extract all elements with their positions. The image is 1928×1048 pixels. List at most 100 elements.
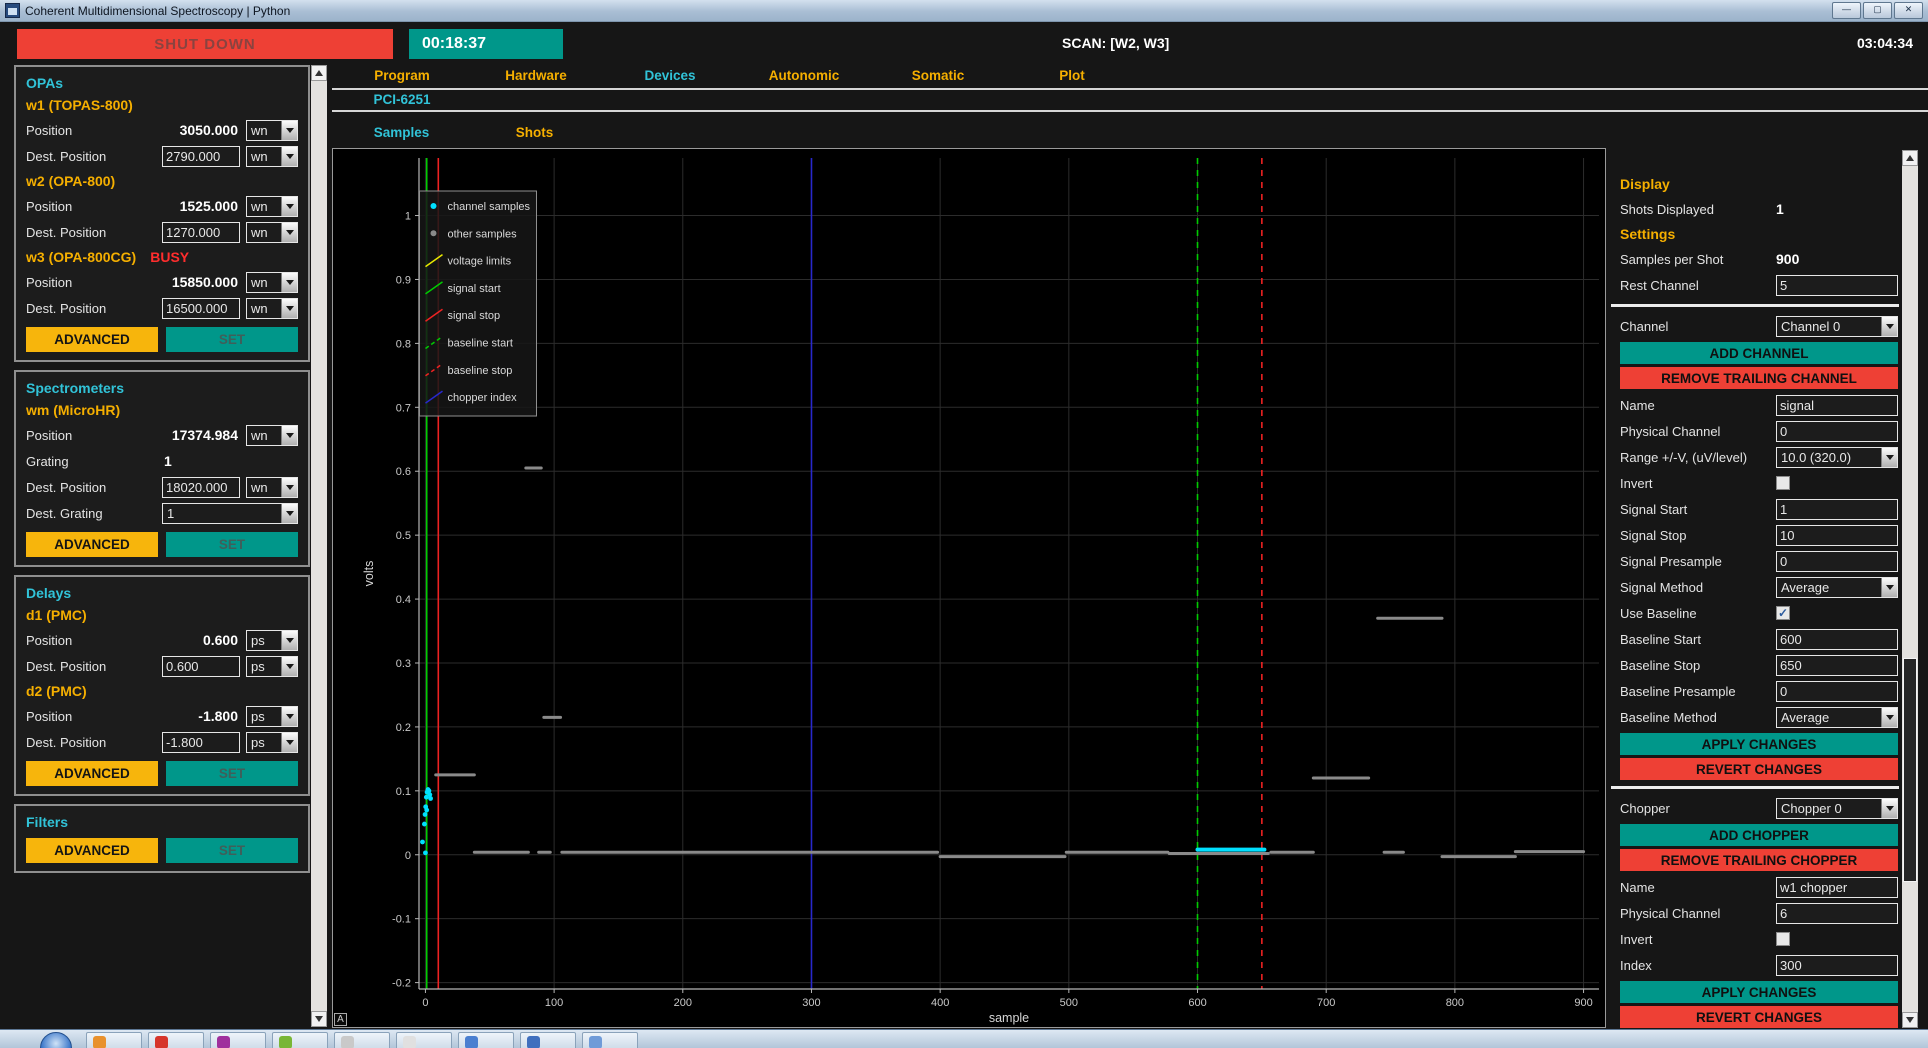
chevron-down-icon[interactable] — [281, 707, 297, 726]
chopper-dropdown[interactable]: Chopper 0 — [1776, 798, 1898, 819]
set-button[interactable]: SET — [166, 838, 298, 863]
taskbar-app-8[interactable] — [520, 1032, 576, 1048]
subtab-shots[interactable]: Shots — [468, 125, 601, 140]
chevron-down-icon[interactable] — [1881, 578, 1897, 597]
units-dropdown[interactable]: wn — [246, 477, 298, 498]
dest-position-field[interactable] — [162, 732, 240, 753]
apply-changes-button[interactable]: APPLY CHANGES — [1620, 981, 1898, 1003]
units-dropdown[interactable]: wn — [246, 425, 298, 446]
taskbar-app-1[interactable] — [86, 1032, 142, 1048]
apply-changes-button[interactable]: APPLY CHANGES — [1620, 733, 1898, 755]
units-dropdown[interactable]: wn — [246, 120, 298, 141]
invert-checkbox[interactable] — [1776, 932, 1790, 946]
scrollbar-track[interactable] — [1903, 658, 1917, 882]
chevron-down-icon[interactable] — [281, 426, 297, 445]
channel-dropdown[interactable]: Channel 0 — [1776, 316, 1898, 337]
shutdown-button[interactable]: SHUT DOWN — [17, 29, 393, 59]
taskbar-app-9[interactable] — [582, 1032, 638, 1048]
set-button[interactable]: SET — [166, 532, 298, 557]
revert-changes-button[interactable]: REVERT CHANGES — [1620, 758, 1898, 780]
chevron-down-icon[interactable] — [281, 299, 297, 318]
start-button-icon[interactable] — [40, 1032, 72, 1048]
chevron-down-icon[interactable] — [1881, 317, 1897, 336]
units-dropdown[interactable]: ps — [246, 630, 298, 651]
units-dropdown[interactable]: wn — [246, 222, 298, 243]
chevron-down-icon[interactable] — [281, 273, 297, 292]
signal-presample-field[interactable] — [1776, 551, 1898, 572]
subtab-samples[interactable]: Samples — [335, 125, 468, 140]
chevron-down-icon[interactable] — [1881, 799, 1897, 818]
use-baseline-checkbox[interactable] — [1776, 606, 1790, 620]
remove-trailing-channel-button[interactable]: REMOVE TRAILING CHANNEL — [1620, 367, 1898, 389]
chevron-down-icon[interactable] — [281, 657, 297, 676]
tab-devices[interactable]: Devices — [603, 68, 737, 83]
settings-scrollbar[interactable] — [1902, 150, 1918, 1028]
physical-channel-field[interactable] — [1776, 421, 1898, 442]
advanced-button[interactable]: ADVANCED — [26, 761, 158, 786]
name-field[interactable] — [1776, 877, 1898, 898]
advanced-button[interactable]: ADVANCED — [26, 838, 158, 863]
name-field[interactable] — [1776, 395, 1898, 416]
chevron-down-icon[interactable] — [281, 504, 297, 523]
set-button[interactable]: SET — [166, 761, 298, 786]
units-dropdown[interactable]: ps — [246, 706, 298, 727]
chevron-down-icon[interactable] — [1881, 448, 1897, 467]
dest-position-field[interactable] — [162, 477, 240, 498]
add-channel-button[interactable]: ADD CHANNEL — [1620, 342, 1898, 364]
tab-program[interactable]: Program — [335, 68, 469, 83]
baseline-start-field[interactable] — [1776, 629, 1898, 650]
index-field[interactable] — [1776, 955, 1898, 976]
rest-channel-field[interactable] — [1776, 275, 1898, 296]
add-chopper-button[interactable]: ADD CHOPPER — [1620, 824, 1898, 846]
units-dropdown[interactable]: wn — [246, 298, 298, 319]
dest-position-field[interactable] — [162, 222, 240, 243]
scroll-up-icon[interactable] — [311, 65, 327, 81]
device-tab-pci-6251[interactable]: PCI-6251 — [335, 92, 469, 107]
tab-hardware[interactable]: Hardware — [469, 68, 603, 83]
taskbar-app-3[interactable] — [210, 1032, 266, 1048]
close-button[interactable]: ✕ — [1894, 2, 1923, 19]
baseline-method-dropdown[interactable]: Average — [1776, 707, 1898, 728]
invert-checkbox[interactable] — [1776, 476, 1790, 490]
minimize-button[interactable]: — — [1832, 2, 1861, 19]
signal-start-field[interactable] — [1776, 499, 1898, 520]
dest-position-field[interactable] — [162, 146, 240, 167]
revert-changes-button[interactable]: REVERT CHANGES — [1620, 1006, 1898, 1028]
samples-plot[interactable]: 10.90.80.70.60.50.40.30.20.10-0.1-0.2010… — [333, 149, 1605, 1027]
chevron-down-icon[interactable] — [1881, 708, 1897, 727]
advanced-button[interactable]: ADVANCED — [26, 327, 158, 352]
scroll-down-icon[interactable] — [1902, 1012, 1918, 1028]
scroll-up-icon[interactable] — [1902, 150, 1918, 166]
units-dropdown[interactable]: ps — [246, 732, 298, 753]
scroll-down-icon[interactable] — [311, 1011, 327, 1027]
set-button[interactable]: SET — [166, 327, 298, 352]
tab-somatic[interactable]: Somatic — [871, 68, 1005, 83]
tab-autonomic[interactable]: Autonomic — [737, 68, 871, 83]
units-dropdown[interactable]: wn — [246, 272, 298, 293]
range-v-uv-level-dropdown[interactable]: 10.0 (320.0) — [1776, 447, 1898, 468]
baseline-presample-field[interactable] — [1776, 681, 1898, 702]
taskbar-app-6[interactable] — [396, 1032, 452, 1048]
units-dropdown[interactable]: wn — [246, 146, 298, 167]
taskbar-app-4[interactable] — [272, 1032, 328, 1048]
taskbar-app-5[interactable] — [334, 1032, 390, 1048]
sidebar-scrollbar[interactable] — [311, 65, 327, 1027]
dest-position-field[interactable] — [162, 656, 240, 677]
taskbar-app-7[interactable] — [458, 1032, 514, 1048]
units-dropdown[interactable]: ps — [246, 656, 298, 677]
physical-channel-field[interactable] — [1776, 903, 1898, 924]
chevron-down-icon[interactable] — [281, 197, 297, 216]
chevron-down-icon[interactable] — [281, 147, 297, 166]
units-dropdown[interactable]: wn — [246, 196, 298, 217]
dest-grating-dropdown[interactable]: 1 — [162, 503, 298, 524]
chevron-down-icon[interactable] — [281, 223, 297, 242]
dest-position-field[interactable] — [162, 298, 240, 319]
taskbar-app-2[interactable] — [148, 1032, 204, 1048]
baseline-stop-field[interactable] — [1776, 655, 1898, 676]
autoscale-button[interactable]: A — [334, 1013, 347, 1026]
tab-plot[interactable]: Plot — [1005, 68, 1139, 83]
remove-trailing-chopper-button[interactable]: REMOVE TRAILING CHOPPER — [1620, 849, 1898, 871]
signal-method-dropdown[interactable]: Average — [1776, 577, 1898, 598]
maximize-button[interactable]: ▢ — [1863, 2, 1892, 19]
chevron-down-icon[interactable] — [281, 733, 297, 752]
